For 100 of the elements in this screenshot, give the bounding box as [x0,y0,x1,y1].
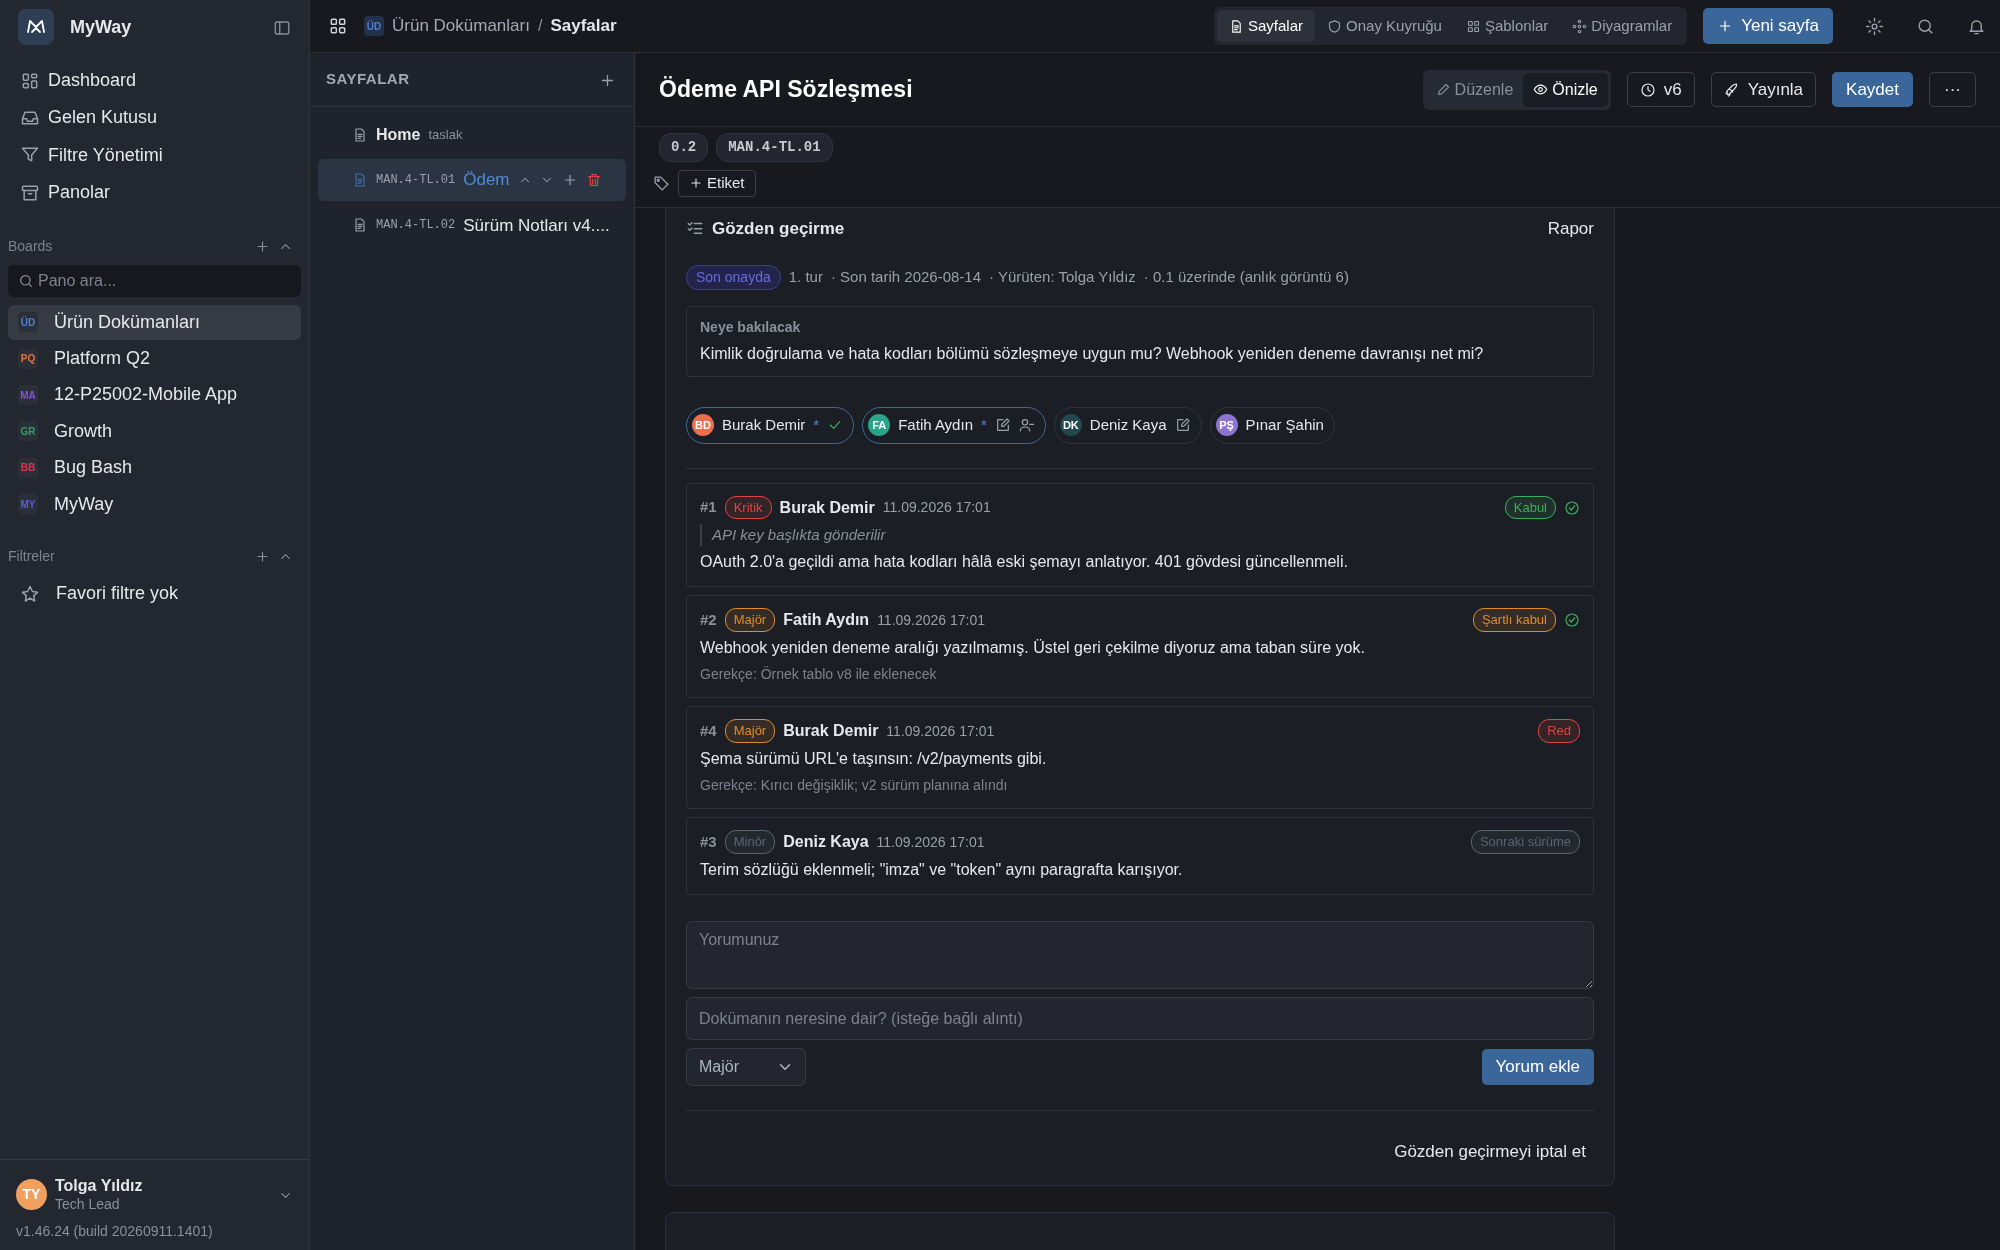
star-icon [20,583,40,604]
page-item[interactable]: MAN.4-TL.01 Ödem [318,159,626,201]
mode-toggle[interactable]: Düzenle [1425,72,1524,107]
sidebar-toggle-icon[interactable] [273,18,291,37]
nav-tab[interactable]: Sayfalar [1217,9,1316,43]
board-badge: MA [18,385,38,406]
comment-time: 11.09.2026 17:01 [877,610,986,630]
page-code: MAN.4-TL.01 [376,171,456,189]
comment-author: Fatih Aydın [783,610,870,631]
clock-icon [1639,81,1656,98]
delete-icon[interactable] [585,171,602,188]
comment-quote: API key başlıkta gönderilir [700,523,1580,547]
user-name: Tolga Yıldız [55,1175,143,1196]
version-chip: MAN.4-TL.01 [716,133,833,163]
comment-text: Webhook yeniden deneme aralığı yazılmamış. Üstel geri çekilme diyoruz ama taban süre yok. [700,638,1366,659]
comment-author: Burak Demir [783,721,879,742]
comment-time: 11.09.2026 17:01 [876,832,985,852]
pencil-icon [1435,82,1451,98]
edit-icon[interactable] [994,417,1011,434]
panel-title: SAYFALAR [326,69,410,90]
grid-icon [1465,18,1481,34]
board-item[interactable]: MY MyWay [8,486,301,522]
add-icon[interactable] [255,238,270,254]
question-text: Kimlik doğrulama ve hata kodları bölümü sözleşmeye uygun mu? Webhook yeniden deneme davranışı net mi? [700,344,1485,365]
plus-icon [689,176,703,191]
board-name: Platform Q2 [54,346,151,370]
board-badge: PQ [18,348,38,369]
board-badge: BB [18,457,38,478]
meta-text: 1. tur [788,267,823,288]
breadcrumb-current: Sayfalar [550,15,617,38]
report-link[interactable]: Rapor [1547,215,1594,242]
mode-toggle[interactable]: Önizle [1523,72,1608,107]
search-field[interactable]: Pano ara... [8,264,301,297]
comment-author: Deniz Kaya [783,832,869,853]
board-name: 12-P25002-Mobile App [54,383,238,407]
document-title: Ödeme API Sözleşmesi [659,75,913,104]
version-button[interactable]: v6 [1626,71,1695,108]
board-name: MyWay [54,492,114,516]
more-button[interactable]: ··· [1929,71,1976,108]
publish-button[interactable]: Yayınla [1710,71,1817,108]
meta-text: · Son tarih 2026-08-14 [830,267,982,288]
nav-item[interactable]: Dashboard [0,62,309,100]
severity-label: Kritik [724,495,772,520]
document-icon [352,217,368,234]
cancel-review-link[interactable]: Gözden geçirmeyi iptal et [1394,1139,1586,1165]
settings-icon[interactable] [1865,16,1884,36]
page-item[interactable]: MAN.4-TL.02 Sürüm Notları v4.... [318,204,626,247]
board-item[interactable]: PQ Platform Q2 [8,340,301,377]
meta-text: · Yürüten: Tolga Yıldız [989,267,1136,288]
page-item[interactable]: Home taslak [318,115,626,156]
severity-label: Minör [724,830,776,854]
reviewer-name: Deniz Kaya [1089,415,1167,436]
page-code: MAN.4-TL.02 [376,217,456,235]
nav-tab[interactable]: Şablonlar [1453,9,1561,43]
add-tag-button[interactable]: Etiket [678,170,756,197]
board-item[interactable]: GR Growth [8,413,301,450]
comment-number: #4 [700,720,717,741]
breadcrumb-link[interactable]: Ürün Dokümanları [392,13,530,39]
comment-number: #3 [700,831,717,852]
edit-icon[interactable] [1174,417,1191,434]
required-mark: * [813,415,820,436]
breadcrumb-separator: / [537,16,543,37]
user-role: Tech Lead [55,1195,121,1213]
nav-tab[interactable]: Diyagramlar [1560,9,1685,43]
nav-item[interactable]: Panolar [0,174,309,212]
meta-text: · 0.1 üzerinde (anlık görüntü 6) [1143,267,1349,288]
board-item[interactable]: BB Bug Bash [8,450,301,486]
remove-user-icon[interactable] [1018,417,1035,434]
comment-number: #1 [700,497,717,518]
page-title: Ödem [463,169,510,192]
rocket-icon [1723,81,1740,98]
board-item[interactable]: ÜD Ürün Dokümanları [8,304,301,340]
comment-field[interactable]: Yorumunuz [686,921,1594,990]
page-status: taslak [428,126,463,145]
nav-tab[interactable]: Onay Kuyruğu [1315,9,1454,43]
user-avatar: TY [16,1178,47,1210]
nav-item[interactable]: Gelen Kutusu [0,99,309,137]
document-icon [352,127,368,144]
resolution-label: Şartlı kabul [1472,608,1556,632]
quote-field[interactable]: Dokümanın neresine dair? (isteğe bağlı alıntı) [686,997,1594,1041]
document-icon [352,171,368,188]
section-title: Boards [8,236,53,256]
comment-author: Burak Demir [779,497,875,518]
add-comment-button[interactable]: Yorum ekle [1481,1049,1594,1085]
new-page-button[interactable]: Yeni sayfa [1703,8,1833,44]
brand-name: MyWay [70,15,132,39]
comment-text: Terim sözlüğü eklenmeli; "imza" ve "token" aynı paragrafta karışıyor. [700,860,1184,881]
resolution-label: Kabul [1504,495,1556,520]
resolution-label: Sonraki sürüme [1470,830,1580,854]
page-title: Sürüm Notları v4.... [463,214,610,237]
board-item[interactable]: MA 12-P25002-Mobile App [8,377,301,413]
version-chip: 0.2 [659,133,709,163]
section-title: Filtreler [8,546,55,566]
save-button[interactable]: Kaydet [1832,71,1913,108]
severity-select[interactable]: Majör [686,1048,806,1087]
add-icon[interactable] [255,548,270,564]
search-icon[interactable] [1916,16,1935,36]
empty-filters-text: Favori filtre yok [56,581,179,605]
nav-item[interactable]: Filtre Yönetimi [0,136,309,175]
board-name: Growth [54,419,113,443]
